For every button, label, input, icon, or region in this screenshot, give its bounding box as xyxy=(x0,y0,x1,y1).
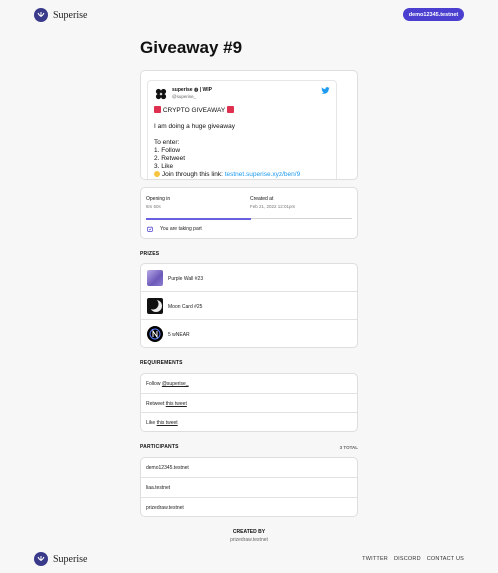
requirement-text: Retweet this tweet xyxy=(146,401,187,407)
requirement-action: Retweet xyxy=(146,400,165,407)
wnear-token-icon xyxy=(147,326,163,342)
footer-brand-name: Superise xyxy=(53,553,88,565)
page-title: Giveaway #9 xyxy=(140,38,243,57)
superise-logo-icon xyxy=(34,8,48,22)
requirement-like: Like this tweet xyxy=(141,413,357,431)
participant-item: prizedraw.testnet xyxy=(141,498,357,516)
participant-item: liaa.testnet xyxy=(141,478,357,498)
tweet-line: Join through this link: testnet.superise… xyxy=(154,171,332,179)
opening-label: Opening in xyxy=(146,196,171,202)
tweet-handle: @superise_ xyxy=(172,94,197,99)
taking-part-status: You are taking part xyxy=(160,226,202,232)
prizes-list: Purple Wall #23 Moon Card #25 5 wNEAR xyxy=(140,263,358,348)
footer-link-contact[interactable]: CONTACT US xyxy=(427,556,464,562)
tweet-line: CRYPTO GIVEAWAY xyxy=(154,106,332,115)
tweet-line: 3. Like xyxy=(154,163,174,170)
superise-logo-icon xyxy=(34,552,48,566)
tweet-headline: CRYPTO GIVEAWAY xyxy=(162,107,226,114)
prize-item[interactable]: 5 wNEAR xyxy=(141,320,357,347)
footer-nav: TWITTER DISCORD CONTACT US xyxy=(362,556,464,562)
tweet-line: I am doing a huge giveaway xyxy=(154,123,235,130)
tweet-line: To enter: xyxy=(154,139,180,146)
prize-item[interactable]: Moon Card #25 xyxy=(141,292,357,320)
requirements-heading: REQUIREMENTS xyxy=(140,360,183,366)
prize-name: Moon Card #25 xyxy=(168,304,203,310)
created-by-label: CREATED BY xyxy=(232,529,266,535)
purple-wall-image xyxy=(147,270,163,286)
moon-card-image xyxy=(147,298,163,314)
footer-link-discord[interactable]: DISCORD xyxy=(394,556,421,562)
tweet-spacer xyxy=(154,115,332,123)
created-by-name: prizedraw.testnet xyxy=(230,537,268,543)
requirement-link[interactable]: @superise_ xyxy=(162,381,189,387)
requirement-text: Like this tweet xyxy=(146,420,178,426)
participants-heading: PARTICIPANTS xyxy=(140,444,179,450)
requirement-retweet: Retweet this tweet xyxy=(141,394,357,413)
prize-name: 5 wNEAR xyxy=(168,332,190,338)
tweet-body: CRYPTO GIVEAWAY I am doing a huge giveaw… xyxy=(154,106,332,179)
ticket-icon xyxy=(147,226,153,232)
progress-fill xyxy=(146,217,252,220)
tweet-avatar-icon xyxy=(155,88,167,100)
participants-total: 3 TOTAL xyxy=(339,445,358,450)
created-label: Created at xyxy=(250,196,274,202)
pointing-hand-icon xyxy=(154,171,160,177)
footer-brand-logo[interactable]: Superise xyxy=(34,552,87,566)
prize-name: Purple Wall #23 xyxy=(168,276,204,282)
siren-icon xyxy=(226,106,234,113)
participant-name: demo12345.testnet xyxy=(146,465,189,471)
tweet-embed[interactable]: superise ◍ | WIP @superise_ CRYPTO GIVEA… xyxy=(147,80,337,179)
tweet-link-prefix: Join through this link: xyxy=(161,171,223,178)
brand-logo[interactable]: Superise xyxy=(34,8,87,22)
prize-item[interactable]: Purple Wall #23 xyxy=(141,264,357,292)
requirement-action: Follow xyxy=(146,381,161,387)
top-header: Superise demo12345.testnet xyxy=(0,0,498,30)
tweet-link[interactable]: testnet.superise.xyz/ben/9 xyxy=(225,171,301,178)
requirements-list: Follow @superise_ Retweet this tweet Lik… xyxy=(140,373,358,432)
participants-list: demo12345.testnet liaa.testnet prizedraw… xyxy=(140,457,358,517)
tweet-spacer xyxy=(154,131,332,139)
tweet-author: superise ◍ | WIP xyxy=(172,87,212,93)
requirement-link[interactable]: this tweet xyxy=(157,420,178,426)
giveaway-status-card: Opening in 8m 50s Created at Feb 21, 202… xyxy=(140,187,358,239)
brand-name: Superise xyxy=(53,9,88,21)
participant-name: liaa.testnet xyxy=(146,485,171,491)
participant-name: prizedraw.testnet xyxy=(146,505,184,511)
requirement-text: Follow @superise_ xyxy=(146,381,189,387)
requirement-link[interactable]: this tweet xyxy=(166,401,187,407)
opening-countdown: 8m 50s xyxy=(146,204,161,209)
requirement-follow: Follow @superise_ xyxy=(141,374,357,394)
tweet-line: 1. Follow xyxy=(154,147,181,154)
twitter-bird-icon xyxy=(321,87,330,94)
siren-icon xyxy=(154,106,161,113)
participant-item: demo12345.testnet xyxy=(141,458,357,478)
created-date: Feb 21, 2022 12:01pm xyxy=(250,204,296,209)
requirement-action: Like xyxy=(146,420,156,426)
prizes-heading: PRIZES xyxy=(140,251,160,257)
account-button[interactable]: demo12345.testnet xyxy=(403,8,464,21)
footer-link-twitter[interactable]: TWITTER xyxy=(362,556,388,562)
tweet-embed-card: superise ◍ | WIP @superise_ CRYPTO GIVEA… xyxy=(140,70,358,180)
tweet-line: 2. Retweet xyxy=(154,155,186,162)
progress-bar xyxy=(146,217,352,220)
